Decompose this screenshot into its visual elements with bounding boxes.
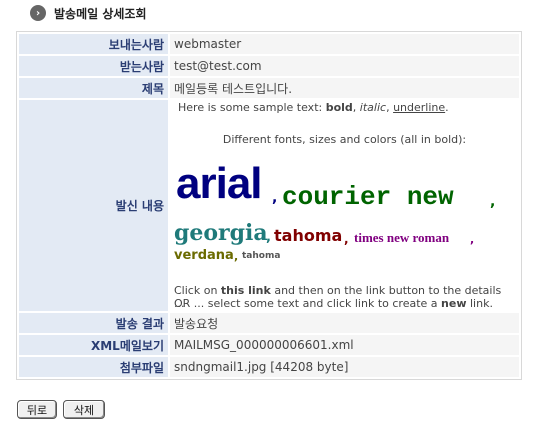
content-cell: Here is some sample text: bold, italic, …	[170, 100, 519, 311]
font-sample-times: times new roman	[354, 230, 450, 245]
sample-underline: underline	[393, 101, 446, 114]
mail-body: Here is some sample text: bold, italic, …	[174, 100, 515, 311]
xml-label: XML메일보기	[19, 335, 168, 355]
xml-row: XML메일보기 MAILMSG_000000006601.xml	[19, 335, 519, 355]
attachment-value[interactable]: sndngmail1.jpg [44208 byte]	[170, 357, 519, 377]
sample-italic: italic	[359, 101, 387, 114]
page-header: › 발송메일 상세조회	[30, 4, 147, 22]
sample-intro: Here is some sample text:	[178, 101, 326, 114]
font-comma: ,	[490, 194, 496, 210]
arrow-right-circle-icon: ›	[30, 5, 46, 21]
font-sample-arial: arial	[176, 159, 263, 208]
font-sample-verdana: verdana	[174, 248, 234, 263]
sample-link[interactable]: this link	[221, 284, 271, 297]
font-sample-georgia: georgia	[174, 220, 268, 246]
font-sample-courier: courier new	[282, 182, 454, 212]
fonts-caption: Different fonts, sizes and colors (all i…	[222, 133, 467, 146]
sender-row: 보내는사람 webmaster	[19, 34, 519, 54]
attachment-row: 첨부파일 sndngmail1.jpg [44208 byte]	[19, 357, 519, 377]
sample-end: .	[445, 101, 449, 114]
recipient-value: test@test.com	[170, 56, 519, 76]
sample-sep1: ,	[352, 101, 360, 114]
subject-row: 제목 메일등록 테스트입니다.	[19, 78, 519, 98]
recipient-row: 받는사람 test@test.com	[19, 56, 519, 76]
content-row: 발신 내용 Here is some sample text: bold, it…	[19, 100, 519, 311]
select-line-bold: new	[441, 297, 467, 310]
select-line-suffix: link.	[466, 297, 493, 310]
select-line-prefix: OR ... select some text and click link t…	[174, 297, 442, 310]
result-row: 발송 결과 발송요청	[19, 313, 519, 333]
sample-text-line: Here is some sample text: bold, italic, …	[178, 101, 449, 114]
attachment-label: 첨부파일	[19, 357, 168, 377]
xml-value[interactable]: MAILMSG_000000006601.xml	[170, 335, 519, 355]
delete-button[interactable]: 삭제	[63, 400, 105, 419]
action-buttons: 뒤로 삭제	[17, 400, 105, 419]
recipient-label: 받는사람	[19, 56, 168, 76]
result-value: 발송요청	[170, 313, 519, 333]
font-comma: ,	[272, 190, 278, 206]
font-sample-tahoma: tahoma	[274, 226, 343, 245]
content-label: 발신 내용	[19, 100, 168, 311]
page-title: 발송메일 상세조회	[54, 6, 147, 21]
font-comma: ,	[266, 230, 271, 245]
font-comma: ,	[344, 232, 349, 246]
font-comma: ,	[234, 250, 239, 263]
sender-label: 보내는사람	[19, 34, 168, 54]
select-instruction-line: OR ... select some text and click link t…	[174, 297, 493, 310]
mail-detail-table: 보내는사람 webmaster 받는사람 test@test.com 제목 메일…	[16, 31, 522, 380]
back-button[interactable]: 뒤로	[17, 400, 57, 419]
link-line-prefix: Click on	[174, 284, 221, 297]
subject-value: 메일등록 테스트입니다.	[170, 78, 519, 98]
sender-value: webmaster	[170, 34, 519, 54]
sample-bold: bold	[325, 101, 353, 114]
result-label: 발송 결과	[19, 313, 168, 333]
subject-label: 제목	[19, 78, 168, 98]
font-comma: ,	[470, 233, 475, 246]
font-sample-tahoma-small: tahoma	[242, 251, 281, 261]
